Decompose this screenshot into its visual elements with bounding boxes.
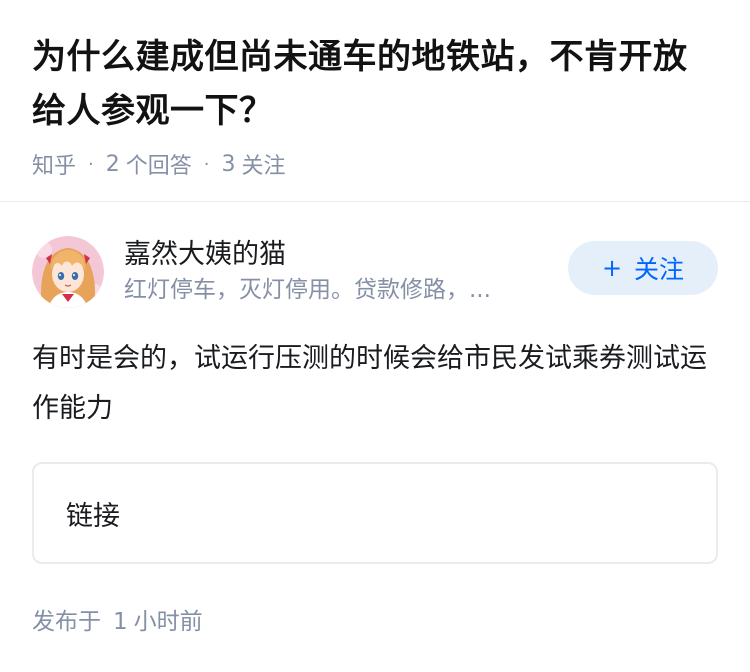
answer-count: 2: [105, 151, 120, 177]
publish-prefix: 发布于: [32, 609, 101, 635]
follower-count-label[interactable]: 关注: [242, 148, 286, 180]
plus-icon: +: [601, 254, 623, 282]
follow-button-label: 关注: [634, 255, 685, 284]
question-header: 为什么建成但尚未通车的地铁站，不肯开放给人参观一下？ 知乎 · 2 个回答 · …: [0, 0, 750, 202]
answer-card: 嘉然大姨的猫 红灯停车，灭灯停用。贷款修路，... + 关注 有时是会的，试运行…: [0, 202, 750, 636]
author-row: 嘉然大姨的猫 红灯停车，灭灯停用。贷款修路，... + 关注: [32, 236, 718, 308]
avatar-image: [32, 236, 104, 308]
author-bio: 红灯停车，灭灯停用。贷款修路，...: [124, 277, 491, 303]
publish-num: 1: [113, 609, 128, 635]
answer-count-label[interactable]: 个回答: [126, 148, 192, 180]
publish-suffix: 小时前: [133, 609, 203, 635]
publish-time: 发布于 1 小时前: [32, 602, 718, 636]
answer-content[interactable]: 有时是会的，试运行压测的时候会给市民发试乘券测试运作能力: [32, 334, 718, 434]
link-label: 链接: [66, 500, 120, 532]
source-label[interactable]: 知乎: [32, 148, 76, 180]
follow-button[interactable]: + 关注: [568, 241, 718, 295]
follower-count: 3: [221, 151, 236, 177]
author-name[interactable]: 嘉然大姨的猫: [124, 237, 554, 273]
avatar[interactable]: [32, 236, 104, 308]
separator-dot: ·: [203, 153, 210, 175]
link-card[interactable]: 链接: [32, 462, 718, 564]
question-title[interactable]: 为什么建成但尚未通车的地铁站，不肯开放给人参观一下？: [32, 30, 718, 138]
question-meta: 知乎 · 2 个回答 · 3 关注: [32, 148, 718, 180]
separator-dot: ·: [88, 153, 94, 175]
author-info: 嘉然大姨的猫 红灯停车，灭灯停用。贷款修路，...: [124, 237, 554, 307]
